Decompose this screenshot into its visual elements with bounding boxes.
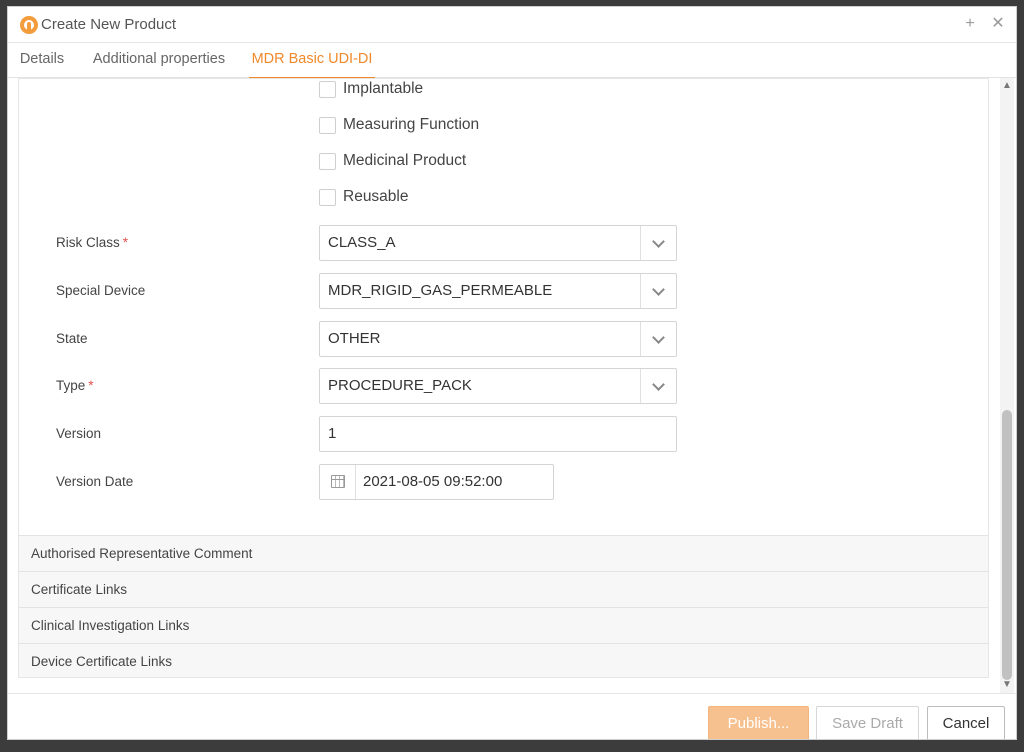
save-draft-button[interactable]: Save Draft — [816, 706, 919, 739]
checkbox-label: Medicinal Product — [343, 152, 467, 169]
form-content: Implantable Measuring Function Medicinal… — [18, 78, 989, 678]
checkbox-box[interactable] — [319, 189, 336, 206]
scroll-thumb[interactable] — [1002, 410, 1012, 680]
tab-details[interactable]: Details — [18, 43, 66, 77]
risk-class-label: Risk Class * — [56, 235, 128, 250]
state-label: State — [56, 331, 88, 346]
chevron-down-icon[interactable] — [640, 274, 676, 308]
dialog-footer: Publish... Save Draft Cancel — [8, 693, 1016, 739]
tab-mdr-basic-udi-di[interactable]: MDR Basic UDI-DI — [249, 43, 375, 79]
checkbox-box[interactable] — [319, 81, 336, 98]
version-label: Version — [56, 426, 102, 441]
type-select[interactable]: PROCEDURE_PACK — [319, 368, 677, 404]
section-authorised-representative-comment[interactable]: Authorised Representative Comment — [19, 535, 988, 571]
vertical-scrollbar[interactable]: ▲ ▼ — [1000, 78, 1014, 693]
type-value: PROCEDURE_PACK — [328, 377, 472, 394]
close-icon[interactable]: ✕ — [987, 13, 1009, 35]
risk-class-value: CLASS_A — [328, 234, 396, 251]
section-certificate-links[interactable]: Certificate Links — [19, 571, 988, 607]
section-device-certificate-links[interactable]: Device Certificate Links — [19, 643, 988, 677]
special-device-value: MDR_RIGID_GAS_PERMEABLE — [328, 282, 553, 299]
type-label-text: Type — [56, 378, 86, 393]
scroll-down-icon[interactable]: ▼ — [1002, 680, 1012, 690]
add-icon[interactable]: + — [959, 13, 981, 35]
state-value: OTHER — [328, 330, 381, 347]
tab-additional-properties[interactable]: Additional properties — [88, 43, 230, 77]
create-product-dialog: Create New Product + ✕ Details Additiona… — [7, 6, 1017, 740]
title-bar: Create New Product + ✕ — [8, 7, 1016, 43]
checkbox-box[interactable] — [319, 117, 336, 134]
section-label: Device Certificate Links — [31, 654, 173, 669]
app-logo-icon — [20, 16, 38, 34]
scroll-up-icon[interactable]: ▲ — [1002, 81, 1012, 91]
checkbox-label: Measuring Function — [343, 116, 480, 133]
type-label: Type * — [56, 378, 94, 393]
publish-button[interactable]: Publish... — [708, 706, 809, 739]
risk-class-label-text: Risk Class — [56, 235, 120, 250]
checkbox-label: Implantable — [343, 80, 424, 97]
required-marker: * — [88, 378, 94, 393]
cancel-button[interactable]: Cancel — [927, 706, 1005, 739]
section-clinical-investigation-links[interactable]: Clinical Investigation Links — [19, 607, 988, 643]
checkbox-box[interactable] — [319, 153, 336, 170]
version-date-label: Version Date — [56, 474, 134, 489]
section-label: Certificate Links — [31, 582, 128, 597]
chevron-down-icon[interactable] — [640, 226, 676, 260]
special-device-label: Special Device — [56, 283, 146, 298]
version-date-value: 2021-08-05 09:52:00 — [363, 473, 503, 490]
version-value: 1 — [328, 425, 337, 442]
version-input[interactable]: 1 — [319, 416, 677, 452]
version-date-picker[interactable]: 2021-08-05 09:52:00 — [319, 464, 554, 500]
section-label: Authorised Representative Comment — [31, 546, 253, 561]
state-select[interactable]: OTHER — [319, 321, 677, 357]
calendar-icon — [331, 475, 345, 488]
chevron-down-icon[interactable] — [640, 369, 676, 403]
special-device-select[interactable]: MDR_RIGID_GAS_PERMEABLE — [319, 273, 677, 309]
section-label: Clinical Investigation Links — [31, 618, 190, 633]
required-marker: * — [122, 235, 129, 250]
risk-class-select[interactable]: CLASS_A — [319, 225, 677, 261]
dialog-title: Create New Product — [41, 16, 177, 33]
calendar-button[interactable] — [320, 465, 356, 499]
chevron-down-icon[interactable] — [640, 322, 676, 356]
tab-bar: Details Additional properties MDR Basic … — [8, 43, 1016, 79]
checkbox-label: Reusable — [343, 188, 409, 205]
